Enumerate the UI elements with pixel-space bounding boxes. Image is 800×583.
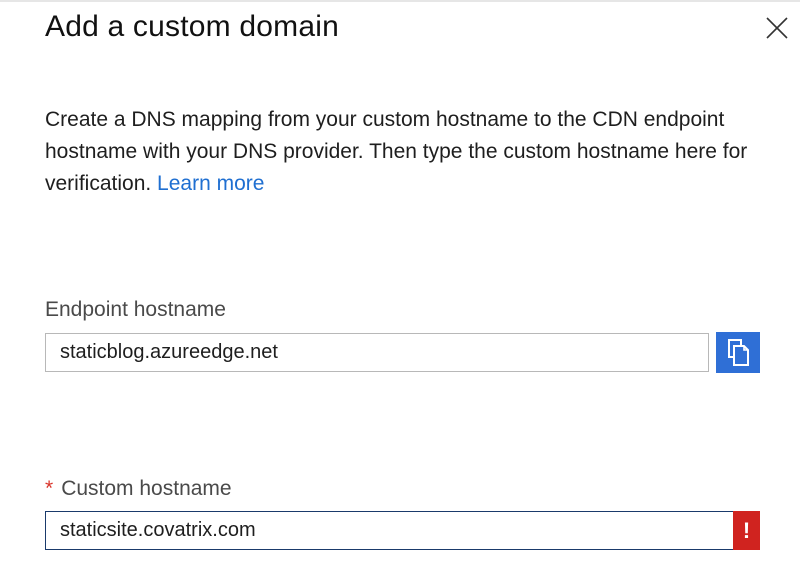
close-button[interactable] — [764, 15, 790, 41]
required-marker: * — [45, 477, 54, 500]
top-divider — [0, 0, 800, 2]
page-title: Add a custom domain — [45, 10, 339, 43]
learn-more-link[interactable]: Learn more — [157, 172, 264, 195]
custom-hostname-label-text: Custom hostname — [61, 477, 232, 500]
error-icon: ! — [733, 511, 760, 550]
custom-hostname-label: * Custom hostname — [45, 477, 232, 501]
copy-icon — [728, 339, 749, 366]
close-icon — [766, 17, 788, 39]
description-body: Create a DNS mapping from your custom ho… — [45, 108, 748, 195]
description-text: Create a DNS mapping from your custom ho… — [45, 104, 785, 200]
add-custom-domain-panel: Add a custom domain Create a DNS mapping… — [0, 0, 800, 583]
custom-hostname-input[interactable]: staticsite.covatrix.com — [45, 511, 733, 550]
copy-button[interactable] — [716, 332, 760, 373]
endpoint-hostname-label: Endpoint hostname — [45, 298, 226, 321]
endpoint-hostname-field[interactable]: staticblog.azureedge.net — [45, 333, 709, 372]
